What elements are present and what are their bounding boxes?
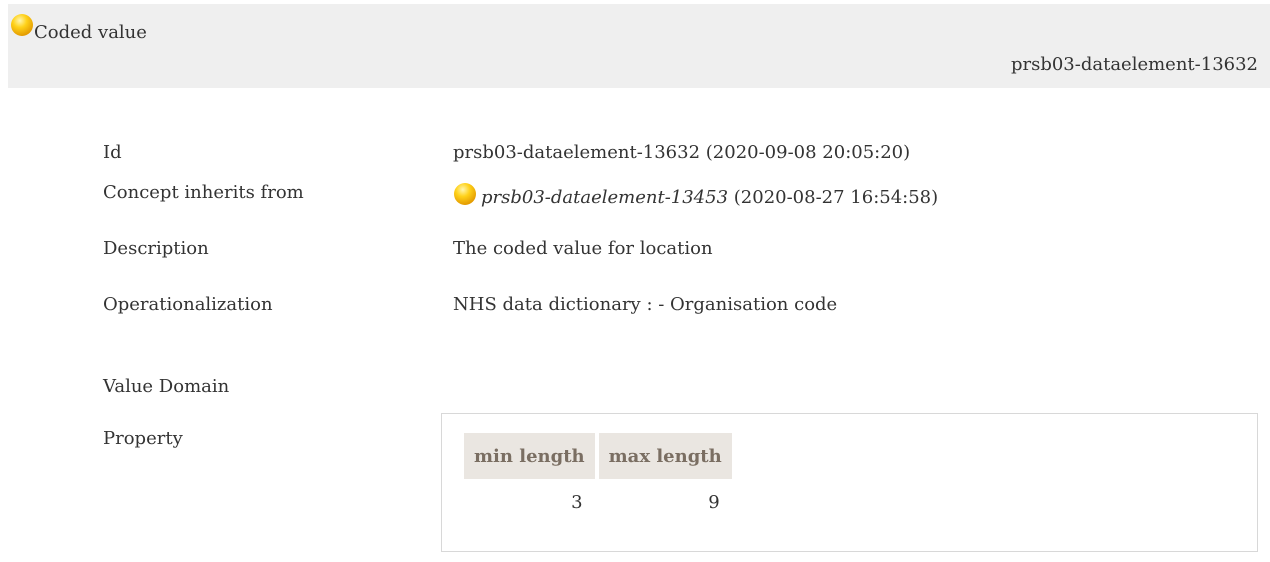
inherits-label: Concept inherits from bbox=[103, 182, 304, 203]
concept-header: Coded value prsb03-dataelement-13632 bbox=[8, 4, 1270, 88]
concept-id-header: prsb03-dataelement-13632 bbox=[1010, 54, 1258, 75]
property-box: min length max length 3 9 bbox=[441, 413, 1258, 552]
max-length-header: max length bbox=[598, 433, 732, 479]
value-domain-label: Value Domain bbox=[103, 376, 230, 397]
operationalization-label: Operationalization bbox=[103, 294, 273, 315]
table-row: 3 9 bbox=[464, 479, 732, 517]
status-ball-icon bbox=[453, 182, 477, 211]
operationalization-value: NHS data dictionary : - Organisation cod… bbox=[453, 294, 838, 315]
concept-title: Coded value bbox=[34, 22, 147, 43]
min-length-header: min length bbox=[464, 433, 595, 479]
property-label: Property bbox=[103, 428, 183, 449]
id-value: prsb03-dataelement-13632 (2020-09-08 20:… bbox=[453, 142, 911, 163]
inherited-concept-link[interactable]: prsb03-dataelement-13453 bbox=[481, 187, 728, 208]
description-label: Description bbox=[103, 238, 209, 259]
description-value: The coded value for location bbox=[453, 238, 713, 259]
property-table: min length max length 3 9 bbox=[460, 433, 736, 517]
inherits-value: prsb03-dataelement-13453 (2020-08-27 16:… bbox=[453, 182, 938, 211]
status-ball-icon bbox=[10, 13, 34, 41]
id-label: Id bbox=[103, 142, 122, 163]
min-length-value: 3 bbox=[571, 491, 583, 513]
inherited-concept-date: (2020-08-27 16:54:58) bbox=[728, 187, 939, 208]
max-length-value: 9 bbox=[708, 491, 720, 513]
